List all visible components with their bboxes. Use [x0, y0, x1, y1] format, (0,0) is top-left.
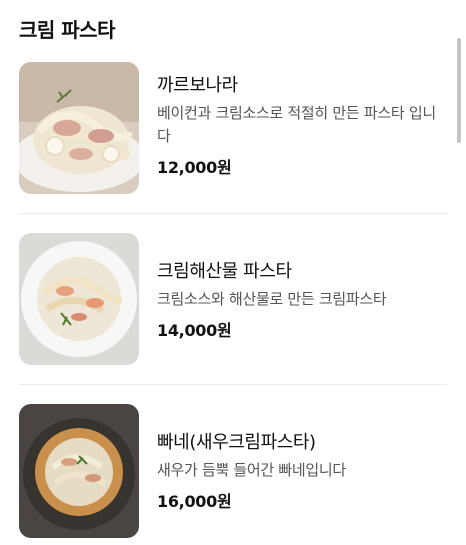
panne-shrimp-pasta-photo — [19, 404, 139, 538]
menu-item-seafood-cream-pasta[interactable]: 크림해산물 파스타 크림소스와 해산물로 만든 크림파스타 14,000원 — [0, 233, 446, 368]
divider — [19, 384, 447, 385]
item-name: 크림해산물 파스타 — [157, 261, 292, 282]
item-description: 베이컨과 크림소스로 적절히 만든 파스타 입니다 — [157, 104, 436, 145]
item-name: 까르보나라 — [157, 75, 238, 96]
menu-item-carbonara[interactable]: 까르보나라 베이컨과 크림소스로 적절히 만든 파스타 입니다 12,000원 — [0, 62, 446, 197]
menu-item-panne[interactable]: 빠네(새우크림파스타) 새우가 듬뿍 들어간 빠네입니다 16,000원 — [0, 404, 446, 540]
item-name: 빠네(새우크림파스타) — [157, 432, 316, 453]
item-description: 크림소스와 해산물로 만든 크림파스타 — [157, 290, 387, 308]
item-description: 새우가 듬뿍 들어간 빠네입니다 — [157, 461, 346, 479]
scrollbar[interactable] — [457, 38, 461, 143]
item-price: 12,000원 — [157, 158, 232, 177]
divider — [19, 213, 447, 214]
section-title: 크림 파스타 — [19, 18, 115, 42]
carbonara-photo — [19, 62, 139, 194]
seafood-cream-pasta-photo — [19, 233, 139, 365]
item-price: 14,000원 — [157, 321, 232, 340]
item-price: 16,000원 — [157, 492, 232, 511]
